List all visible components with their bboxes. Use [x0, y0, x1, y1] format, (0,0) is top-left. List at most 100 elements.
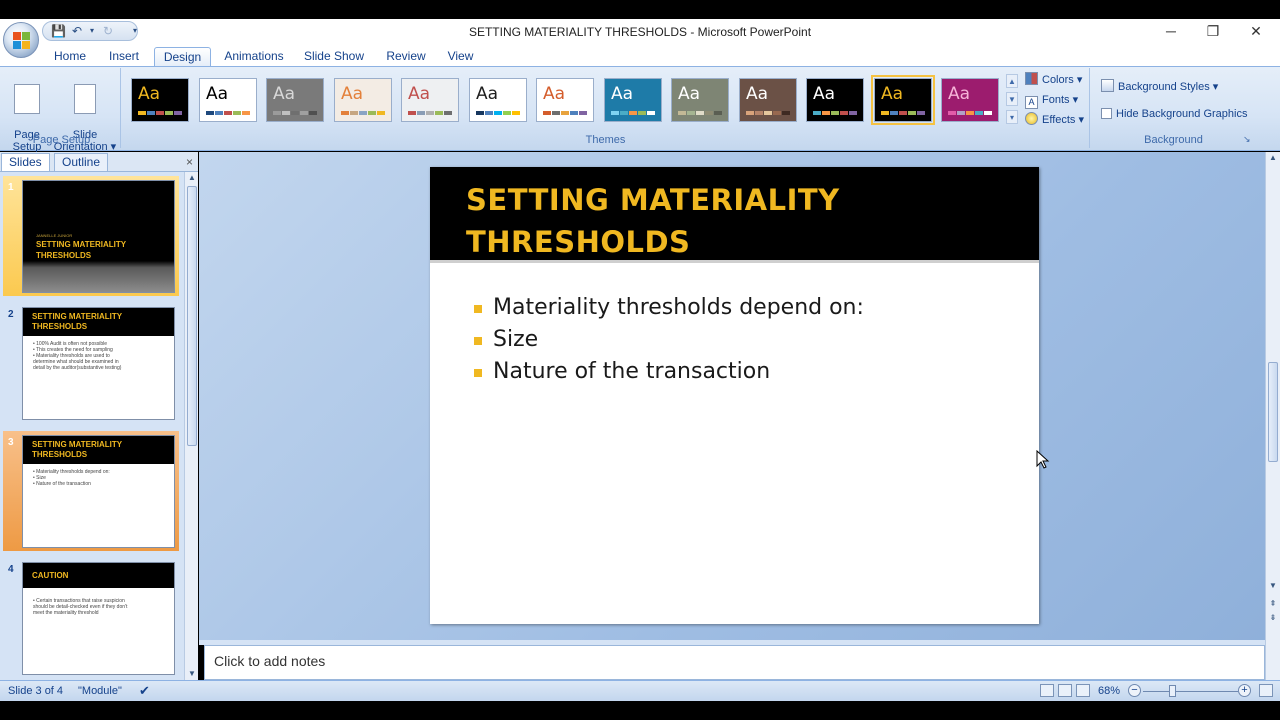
tab-home[interactable]: Home [52, 47, 88, 67]
theme-preview-text: Aa [948, 84, 971, 104]
theme-color-swatch [831, 111, 839, 115]
minimize-button[interactable]: ─ [1160, 21, 1182, 41]
background-styles-button[interactable]: Background Styles ▾ [1101, 78, 1218, 96]
scrollbar-thumb[interactable] [187, 186, 197, 446]
theme-color-bars [341, 111, 385, 115]
slide-sorter-icon[interactable] [1058, 684, 1072, 697]
slides-pane-scrollbar[interactable]: ▲ ▼ [184, 172, 198, 680]
fit-to-window-icon[interactable] [1259, 684, 1273, 697]
theme-preview-text: Aa [813, 84, 836, 104]
themes-group-label: Themes [585, 134, 626, 146]
slide-number: 1 [8, 182, 14, 193]
tab-slides[interactable]: Slides [1, 153, 50, 171]
tab-insert[interactable]: Insert [104, 47, 144, 67]
slide-thumbnail-3[interactable]: 3 SETTING MATERIALITY THRESHOLDS • Mater… [3, 431, 179, 551]
fonts-button[interactable]: A Fonts ▾ [1025, 91, 1078, 109]
theme-color-swatch [696, 111, 704, 115]
gallery-more-icon[interactable]: ▾ [1006, 110, 1018, 124]
theme-color-bars [206, 111, 250, 115]
theme-color-swatch [611, 111, 619, 115]
theme-color-swatch [341, 111, 349, 115]
zoom-slider[interactable] [1143, 691, 1238, 692]
theme-thumbnail[interactable]: Aa [739, 78, 797, 122]
editing-area-scrollbar[interactable]: ▲ ▼ ⇞ ⇟ [1265, 152, 1280, 680]
close-button[interactable]: ✕ [1245, 21, 1267, 41]
scroll-up-icon[interactable]: ▲ [185, 172, 199, 184]
scroll-down-icon[interactable]: ▼ [1266, 580, 1280, 592]
theme-thumbnail[interactable]: Aa [604, 78, 662, 122]
tab-animations[interactable]: Animations [222, 47, 286, 67]
theme-color-swatch [233, 111, 241, 115]
slide-thumbnail-4[interactable]: 4 CAUTION • Certain transactions that ra… [3, 558, 179, 678]
theme-color-swatch [300, 111, 308, 115]
theme-color-swatch [138, 111, 146, 115]
effects-button[interactable]: Effects ▾ [1025, 111, 1084, 129]
theme-color-bars [746, 111, 790, 115]
theme-color-bars [948, 111, 992, 115]
slide-thumbnail-preview: SETTING MATERIALITY THRESHOLDS • Materia… [22, 435, 175, 548]
slide-bullet: Materiality thresholds depend on: [472, 292, 864, 324]
theme-thumbnail[interactable]: Aa [871, 75, 935, 125]
previous-slide-icon[interactable]: ⇞ [1266, 598, 1280, 610]
theme-color-swatch [242, 111, 250, 115]
current-slide[interactable]: SETTING MATERIALITY THRESHOLDS Materiali… [430, 167, 1039, 624]
tab-view[interactable]: View [444, 47, 477, 67]
effects-icon [1025, 112, 1038, 125]
theme-color-bars [138, 111, 182, 115]
thumb-title: SETTING MATERIALITY THRESHOLDS [36, 240, 127, 260]
theme-color-swatch [647, 111, 655, 115]
notes-pane[interactable]: Click to add notes [204, 645, 1265, 680]
slide-title[interactable]: SETTING MATERIALITY THRESHOLDS [466, 179, 1006, 263]
theme-color-swatch [840, 111, 848, 115]
slide-thumbnail-1[interactable]: 1 JANNELLE JUNIOR SETTING MATERIALITY TH… [3, 176, 179, 296]
slide-content-placeholder[interactable]: Materiality thresholds depend on: Size N… [472, 292, 864, 388]
zoom-in-icon[interactable]: + [1238, 684, 1251, 697]
background-styles-icon [1101, 79, 1114, 92]
zoom-slider-knob[interactable] [1169, 685, 1176, 697]
theme-color-swatch [890, 111, 898, 115]
scroll-down-icon[interactable]: ▼ [185, 668, 199, 680]
scrollbar-thumb[interactable] [1268, 362, 1278, 462]
colors-button[interactable]: Colors ▾ [1025, 71, 1082, 89]
theme-thumbnail[interactable]: Aa [401, 78, 459, 122]
theme-thumbnail[interactable]: Aa [199, 78, 257, 122]
theme-thumbnail[interactable]: Aa [131, 78, 189, 122]
theme-color-swatch [917, 111, 925, 115]
normal-view-icon[interactable] [1040, 684, 1054, 697]
office-button[interactable] [3, 22, 39, 58]
theme-color-swatch [899, 111, 907, 115]
spell-check-icon[interactable]: ✔ [139, 683, 150, 699]
theme-thumbnail[interactable]: Aa [536, 78, 594, 122]
restore-button[interactable]: ❐ [1202, 21, 1224, 41]
zoom-level[interactable]: 68% [1098, 685, 1120, 697]
thumb-title: SETTING MATERIALITY THRESHOLDS [23, 308, 174, 336]
theme-thumbnail[interactable]: Aa [334, 78, 392, 122]
background-dialog-launcher-icon[interactable]: ↘ [1243, 134, 1251, 145]
next-slide-icon[interactable]: ⇟ [1266, 612, 1280, 624]
theme-color-swatch [975, 111, 983, 115]
tab-design[interactable]: Design [154, 47, 211, 67]
theme-color-swatch [165, 111, 173, 115]
theme-color-swatch [444, 111, 452, 115]
gallery-up-icon[interactable]: ▲ [1006, 74, 1018, 88]
theme-color-swatch [948, 111, 956, 115]
theme-thumbnail[interactable]: Aa [806, 78, 864, 122]
scroll-up-icon[interactable]: ▲ [1266, 152, 1280, 164]
theme-thumbnail[interactable]: Aa [671, 78, 729, 122]
zoom-out-icon[interactable]: − [1128, 684, 1141, 697]
gallery-down-icon[interactable]: ▼ [1006, 92, 1018, 106]
tab-review[interactable]: Review [384, 47, 428, 67]
tab-slide-show[interactable]: Slide Show [303, 47, 365, 67]
theme-color-swatch [552, 111, 560, 115]
pane-close-icon[interactable]: × [186, 155, 193, 169]
slide-show-view-icon[interactable] [1076, 684, 1090, 697]
slide-thumbnail-2[interactable]: 2 SETTING MATERIALITY THRESHOLDS • 100% … [3, 303, 179, 423]
theme-preview-text: Aa [611, 84, 634, 104]
tab-outline[interactable]: Outline [54, 153, 109, 171]
theme-color-swatch [494, 111, 502, 115]
theme-thumbnail[interactable]: Aa [469, 78, 527, 122]
hide-background-graphics-checkbox[interactable]: Hide Background Graphics [1101, 105, 1247, 123]
slide-title-band: SETTING MATERIALITY THRESHOLDS [430, 167, 1039, 263]
theme-thumbnail[interactable]: Aa [941, 78, 999, 122]
theme-thumbnail[interactable]: Aa [266, 78, 324, 122]
